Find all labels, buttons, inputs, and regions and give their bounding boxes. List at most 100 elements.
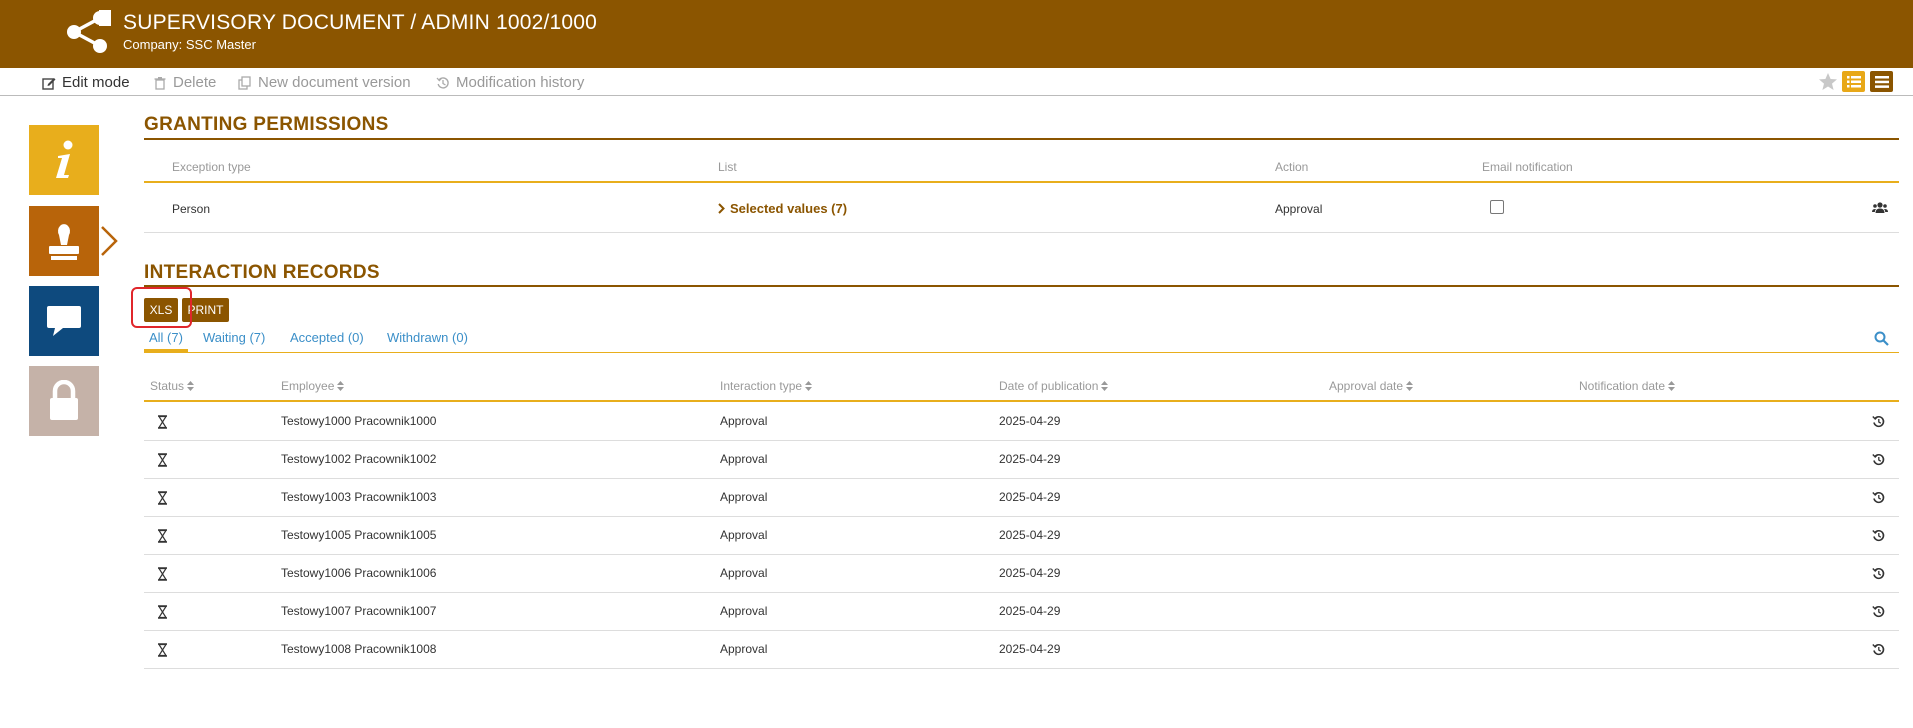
interaction-type-cell: Approval — [720, 414, 768, 428]
lock-tile[interactable] — [29, 366, 99, 436]
selected-values-label: Selected values (7) — [730, 201, 848, 216]
col-notification-date-label: Notification date — [1579, 379, 1666, 393]
hourglass-icon — [157, 453, 168, 467]
sort-icon — [337, 381, 345, 391]
hourglass-icon — [157, 529, 168, 543]
stamp-tile[interactable] — [29, 206, 99, 276]
history-icon — [436, 76, 449, 89]
info-tile[interactable] — [29, 125, 99, 195]
employee-cell: Testowy1006 Pracownik1006 — [281, 566, 437, 580]
lock-icon — [50, 380, 78, 420]
employee-cell: Testowy1000 Pracownik1000 — [281, 414, 437, 428]
edit-icon — [42, 77, 56, 90]
email-notification-checkbox[interactable] — [1490, 200, 1504, 214]
granting-permissions-title: GRANTING PERMISSIONS — [144, 114, 389, 135]
history-icon[interactable] — [1872, 529, 1885, 542]
trash-icon — [154, 76, 166, 90]
chat-tile[interactable] — [29, 286, 99, 356]
col-date-of-publication-label: Date of publication — [999, 379, 1099, 393]
col-list: List — [718, 160, 737, 174]
interaction-type-cell: Approval — [720, 490, 768, 504]
history-icon[interactable] — [1872, 415, 1885, 428]
employee-cell: Testowy1008 Pracownik1008 — [281, 642, 437, 656]
row-divider — [144, 440, 1899, 441]
col-interaction-type-label: Interaction type — [720, 379, 803, 393]
row-divider — [144, 668, 1899, 669]
date-of-publication-cell: 2025-04-29 — [999, 642, 1061, 656]
selected-values-link[interactable]: Selected values (7) — [718, 201, 847, 216]
edit-mode-button[interactable]: Edit mode — [42, 74, 130, 91]
col-notification-date[interactable]: Notification date — [1579, 379, 1676, 393]
hourglass-icon — [157, 643, 168, 657]
sort-icon — [1406, 381, 1414, 391]
new-version-button[interactable]: New document version — [238, 74, 411, 91]
company-subtitle: Company: SSC Master — [123, 37, 256, 52]
delete-label: Delete — [173, 74, 217, 91]
row-divider — [144, 630, 1899, 631]
info-icon — [56, 140, 73, 178]
hamburger-icon — [1874, 75, 1889, 88]
section-divider — [144, 285, 1899, 287]
tab-withdrawn[interactable]: Withdrawn (0) — [387, 330, 468, 345]
table-header-divider — [144, 400, 1899, 402]
history-icon[interactable] — [1872, 643, 1885, 656]
copy-icon — [238, 75, 251, 90]
col-interaction-type[interactable]: Interaction type — [720, 379, 813, 393]
header-divider — [144, 181, 1899, 183]
sort-icon — [1668, 381, 1676, 391]
page-title: SUPERVISORY DOCUMENT / ADMIN 1002/1000 — [123, 11, 598, 34]
interaction-type-cell: Approval — [720, 604, 768, 618]
history-icon[interactable] — [1872, 567, 1885, 580]
chevron-right-icon — [718, 203, 725, 214]
delete-button[interactable]: Delete — [153, 74, 216, 91]
history-icon[interactable] — [1872, 453, 1885, 466]
tabs-divider — [144, 352, 1899, 353]
col-employee-label: Employee — [281, 379, 335, 393]
history-button[interactable]: Modification history — [436, 74, 584, 91]
star-icon[interactable] — [1818, 72, 1838, 92]
col-status-label: Status — [150, 379, 185, 393]
share-icon — [67, 10, 111, 53]
date-of-publication-cell: 2025-04-29 — [999, 604, 1061, 618]
new-version-label: New document version — [258, 74, 411, 91]
tab-all[interactable]: All (7) — [149, 330, 183, 345]
interaction-type-cell: Approval — [720, 452, 768, 466]
row-divider — [144, 516, 1899, 517]
col-employee[interactable]: Employee — [281, 379, 345, 393]
sort-icon — [805, 381, 813, 391]
row-divider — [144, 478, 1899, 479]
date-of-publication-cell: 2025-04-29 — [999, 566, 1061, 580]
date-of-publication-cell: 2025-04-29 — [999, 490, 1061, 504]
col-action: Action — [1275, 160, 1309, 174]
employee-cell: Testowy1007 Pracownik1007 — [281, 604, 437, 618]
users-icon[interactable] — [1872, 202, 1888, 214]
search-icon[interactable] — [1874, 331, 1889, 346]
col-status[interactable]: Status — [150, 379, 195, 393]
section-divider — [144, 138, 1899, 140]
list-view-button[interactable] — [1842, 71, 1865, 92]
row-divider — [144, 232, 1899, 233]
list-icon — [1846, 75, 1861, 87]
interaction-type-cell: Approval — [720, 528, 768, 542]
stamp-icon — [49, 224, 79, 260]
hourglass-icon — [157, 491, 168, 505]
history-icon[interactable] — [1872, 605, 1885, 618]
chevron-right-icon — [101, 226, 118, 256]
hourglass-icon — [157, 567, 168, 581]
tab-accepted[interactable]: Accepted (0) — [290, 330, 364, 345]
col-email-notification: Email notification — [1482, 160, 1573, 174]
col-exception-type: Exception type — [172, 160, 251, 174]
history-icon[interactable] — [1872, 491, 1885, 504]
action-value: Approval — [1275, 202, 1323, 216]
col-date-of-publication[interactable]: Date of publication — [999, 379, 1109, 393]
employee-cell: Testowy1002 Pracownik1002 — [281, 452, 437, 466]
tab-waiting[interactable]: Waiting (7) — [203, 330, 265, 345]
hourglass-icon — [157, 415, 168, 429]
col-approval-date[interactable]: Approval date — [1329, 379, 1414, 393]
interaction-type-cell: Approval — [720, 642, 768, 656]
exception-type-value: Person — [172, 202, 211, 216]
hourglass-icon — [157, 605, 168, 619]
edit-mode-label: Edit mode — [62, 74, 130, 91]
menu-button[interactable] — [1870, 71, 1893, 92]
date-of-publication-cell: 2025-04-29 — [999, 414, 1061, 428]
